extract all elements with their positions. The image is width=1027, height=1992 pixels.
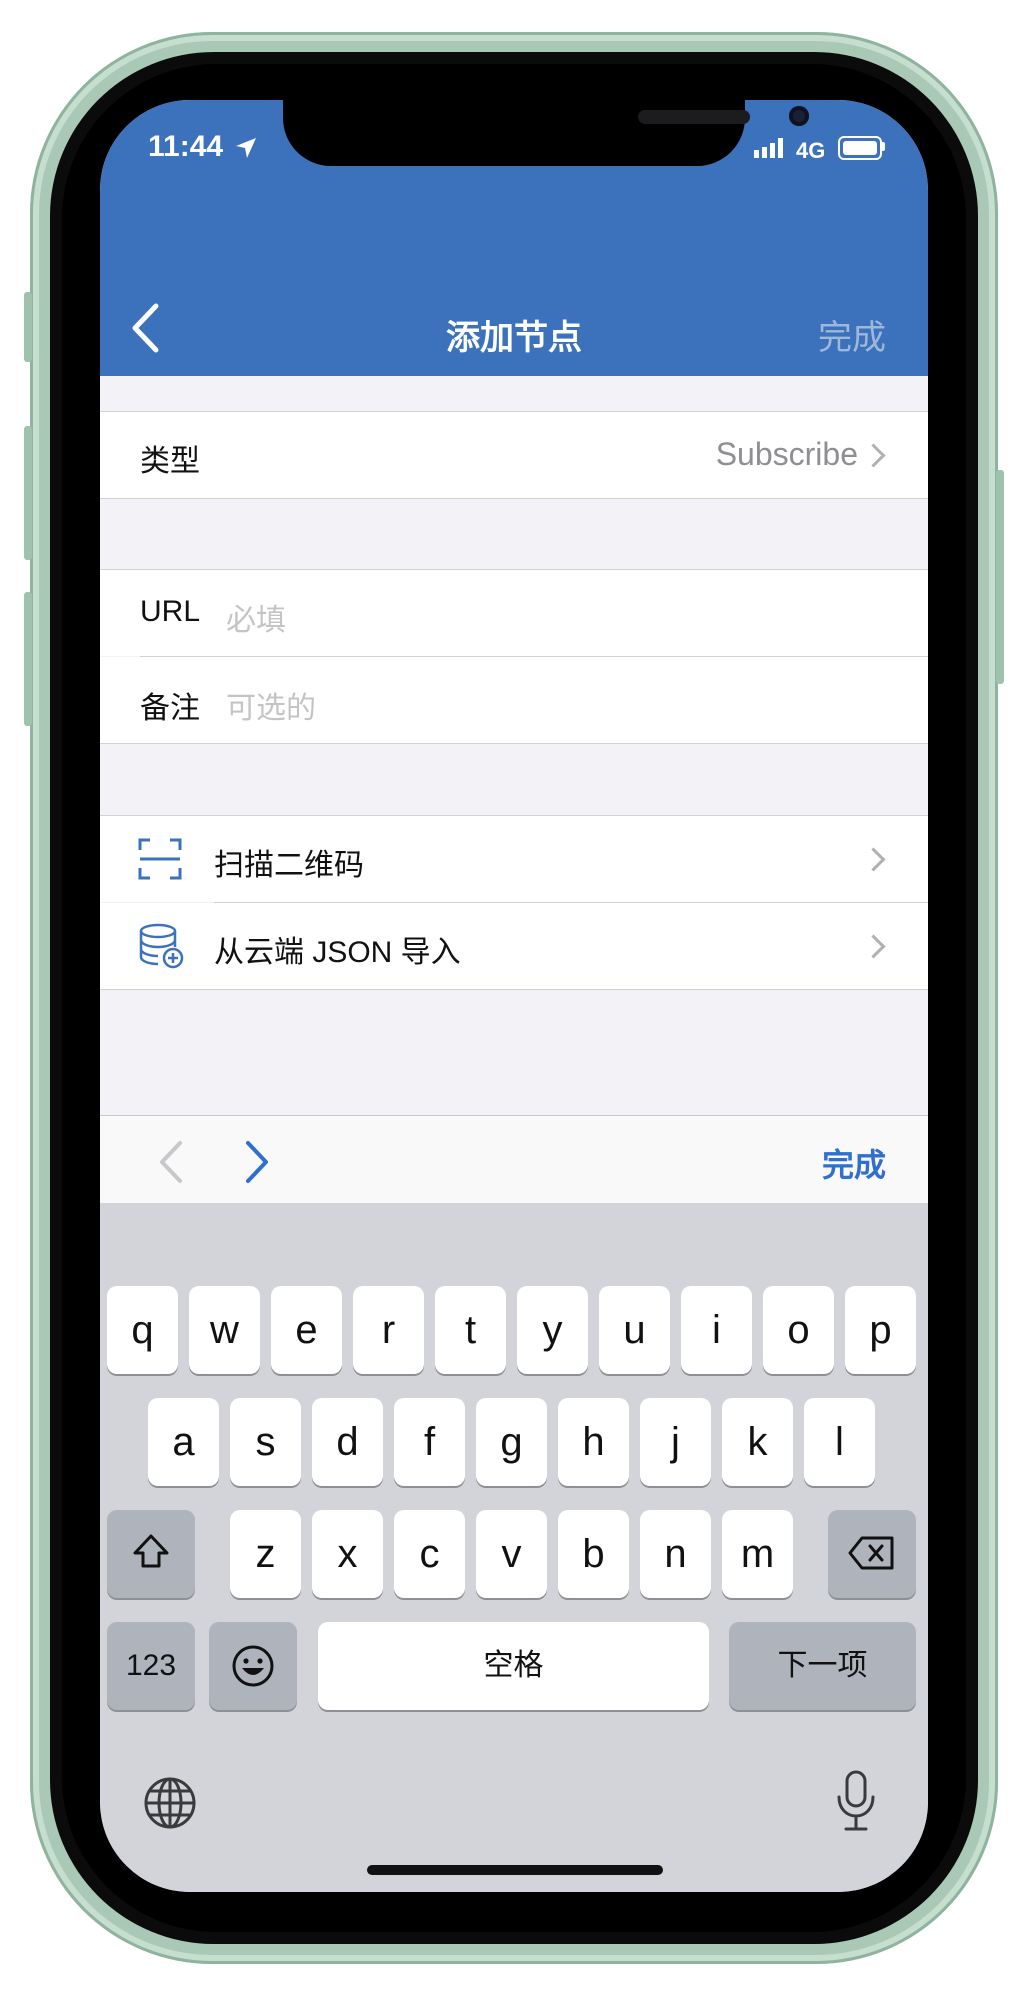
key-p[interactable]: p <box>845 1286 916 1374</box>
key-j[interactable]: j <box>640 1398 711 1486</box>
key-s[interactable]: s <box>230 1398 301 1486</box>
key-q[interactable]: q <box>107 1286 178 1374</box>
scan-qr-label: 扫描二维码 <box>214 849 364 882</box>
chevron-right-icon <box>861 443 886 468</box>
qr-scan-icon <box>138 838 182 880</box>
key-a[interactable]: a <box>148 1398 219 1486</box>
keyboard-row-1: q w e r t y u i o p <box>107 1286 925 1378</box>
power-button <box>996 470 1004 684</box>
key-b[interactable]: b <box>558 1510 629 1598</box>
key-w[interactable]: w <box>189 1286 260 1374</box>
shift-arrow-icon <box>133 1534 169 1568</box>
shift-key[interactable] <box>107 1510 195 1598</box>
import-json-row[interactable]: 从云端 JSON 导入 <box>100 903 928 989</box>
key-c[interactable]: c <box>394 1510 465 1598</box>
type-row[interactable]: 类型 Subscribe <box>100 412 928 498</box>
backspace-key[interactable] <box>828 1510 916 1598</box>
divider <box>100 989 928 990</box>
key-z[interactable]: z <box>230 1510 301 1598</box>
phone-screen: 11:44 4G 添加节点 完成 类型 Subscribe URL 必填 备注 … <box>100 100 928 1892</box>
volume-up-button <box>24 426 32 560</box>
keyboard-row-2: a s d f g h j k l <box>148 1398 888 1490</box>
keyboard: q w e r t y u i o p a s d f g h j k l z … <box>100 1203 928 1892</box>
scan-qr-row[interactable]: 扫描二维码 <box>100 816 928 902</box>
volume-down-button <box>24 592 32 726</box>
battery-cap <box>882 142 885 151</box>
numbers-key[interactable]: 123 <box>107 1622 195 1710</box>
input-accessory-toolbar: 完成 <box>100 1115 928 1204</box>
next-key[interactable]: 下一项 <box>729 1622 916 1710</box>
location-arrow-icon <box>236 138 256 158</box>
key-k[interactable]: k <box>722 1398 793 1486</box>
home-indicator[interactable] <box>367 1865 663 1875</box>
backspace-icon <box>848 1536 894 1570</box>
key-r[interactable]: r <box>353 1286 424 1374</box>
import-json-label: 从云端 JSON 导入 <box>214 936 461 969</box>
key-g[interactable]: g <box>476 1398 547 1486</box>
keyboard-row-4: 123 空格 下一项 <box>107 1622 925 1714</box>
key-n[interactable]: n <box>640 1510 711 1598</box>
key-e[interactable]: e <box>271 1286 342 1374</box>
url-field[interactable]: 必填 <box>226 595 286 639</box>
toolbar-done-button[interactable]: 完成 <box>822 1140 886 1186</box>
note-field[interactable]: 可选的 <box>226 683 316 727</box>
battery-icon <box>838 136 882 160</box>
nav-done-button[interactable]: 完成 <box>818 310 886 359</box>
key-o[interactable]: o <box>763 1286 834 1374</box>
key-f[interactable]: f <box>394 1398 465 1486</box>
previous-field-icon[interactable] <box>158 1140 184 1184</box>
key-l[interactable]: l <box>804 1398 875 1486</box>
mute-switch <box>24 292 32 362</box>
key-v[interactable]: v <box>476 1510 547 1598</box>
space-key[interactable]: 空格 <box>318 1622 709 1710</box>
url-label: URL <box>140 595 201 628</box>
cloud-database-icon <box>139 923 184 969</box>
key-t[interactable]: t <box>435 1286 506 1374</box>
key-y[interactable]: y <box>517 1286 588 1374</box>
key-m[interactable]: m <box>722 1510 793 1598</box>
page-title: 添加节点 <box>446 319 582 357</box>
key-i[interactable]: i <box>681 1286 752 1374</box>
divider <box>100 743 928 744</box>
emoji-icon <box>232 1645 274 1687</box>
type-value: Subscribe <box>715 436 858 472</box>
next-field-icon[interactable] <box>244 1140 270 1184</box>
microphone-icon[interactable] <box>834 1769 878 1833</box>
chevron-right-icon <box>861 934 886 959</box>
key-h[interactable]: h <box>558 1398 629 1486</box>
speaker-grille <box>638 110 750 124</box>
key-d[interactable]: d <box>312 1398 383 1486</box>
status-time: 11:44 <box>148 130 224 163</box>
globe-icon[interactable] <box>142 1775 198 1831</box>
divider <box>100 498 928 499</box>
network-type: 4G <box>796 138 826 163</box>
front-camera <box>789 106 809 126</box>
notch <box>283 100 809 166</box>
key-u[interactable]: u <box>599 1286 670 1374</box>
chevron-right-icon <box>861 847 886 872</box>
type-label: 类型 <box>140 445 200 478</box>
keyboard-row-3: z x c v b n m <box>107 1510 925 1602</box>
signal-strength-icon <box>754 138 790 160</box>
url-row[interactable]: URL 必填 <box>100 570 928 656</box>
key-x[interactable]: x <box>312 1510 383 1598</box>
note-label: 备注 <box>140 692 200 725</box>
emoji-key[interactable] <box>209 1622 297 1710</box>
note-row[interactable]: 备注 可选的 <box>100 657 928 743</box>
